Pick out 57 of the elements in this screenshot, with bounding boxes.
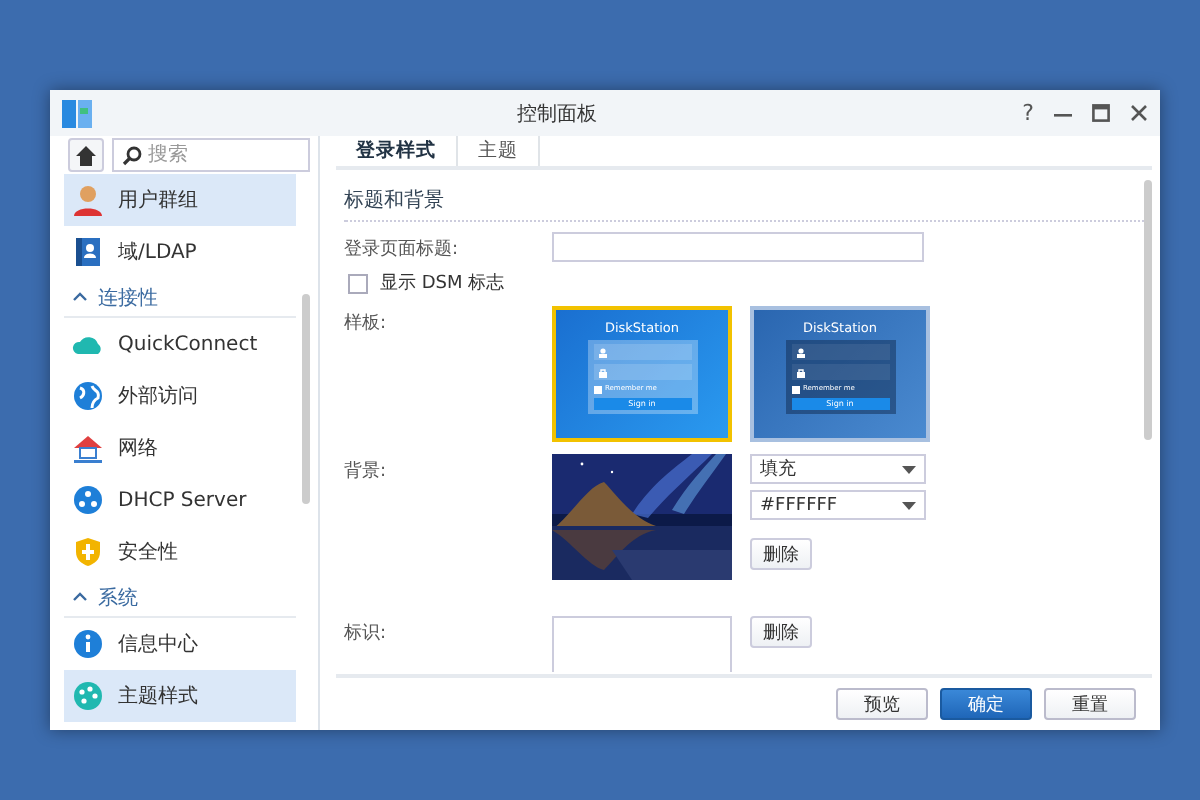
home-icon — [76, 145, 96, 165]
caret-icon — [902, 501, 916, 509]
sidebar-item[interactable]: 安全性 — [64, 526, 296, 578]
dropdown[interactable]: 填充 — [750, 454, 926, 484]
field-label: 标识: — [344, 621, 389, 646]
chevron-icon[interactable] — [72, 590, 88, 604]
sidebar-item[interactable]: 用户群组 — [64, 174, 296, 226]
scrollbar[interactable] — [1144, 180, 1152, 440]
sidebar-item[interactable]: 信息中心 — [64, 618, 296, 670]
caret-icon — [902, 465, 916, 473]
delete-button[interactable]: 删除 — [750, 538, 812, 570]
field-label: 样板: — [344, 311, 389, 336]
input-field[interactable] — [552, 232, 924, 262]
palette-icon — [72, 680, 104, 712]
globe-icon — [72, 380, 104, 412]
footer-button[interactable]: 确定 — [940, 688, 1032, 720]
section-title: 标题和背景 — [344, 186, 1144, 222]
sidebar-item[interactable]: 外部访问 — [64, 370, 296, 422]
footer-button[interactable]: 预览 — [836, 688, 928, 720]
checkbox-icon — [791, 385, 799, 393]
info-icon — [72, 628, 104, 660]
footer-button[interactable]: 重置 — [1044, 688, 1136, 720]
checkbox-label: 显示 DSM 标志 — [380, 271, 505, 296]
sidebar-item[interactable]: 域/LDAP — [64, 226, 296, 278]
contact-book-icon — [72, 236, 104, 268]
sidebar-item[interactable]: QuickConnect — [64, 318, 296, 370]
app-logo-icon — [62, 99, 92, 127]
user-icon — [795, 347, 805, 357]
close-icon[interactable] — [1130, 104, 1148, 122]
field-label: 登录页面标题: — [344, 237, 461, 262]
lock-icon — [795, 367, 805, 377]
help-button[interactable]: ? — [1022, 100, 1034, 126]
maximize-icon[interactable] — [1092, 104, 1110, 122]
network-icon — [72, 484, 104, 516]
field-label: 背景: — [344, 459, 389, 484]
search-field[interactable]: 搜索 — [112, 138, 310, 172]
checkbox-icon — [593, 385, 601, 393]
section-header: 系统 — [98, 585, 138, 611]
dropdown[interactable]: #FFFFFF — [750, 490, 926, 520]
scrollbar[interactable] — [302, 294, 310, 504]
tab[interactable]: 主题 — [458, 136, 540, 166]
sidebar-item[interactable]: 主题样式 — [64, 670, 296, 722]
sidebar-item[interactable]: 网络 — [64, 422, 296, 474]
section-header: 连接性 — [98, 285, 158, 311]
window-title: 控制面板 — [515, 101, 600, 127]
lock-icon — [597, 367, 607, 377]
home-button[interactable] — [68, 138, 104, 172]
tab[interactable]: 登录样式 — [336, 136, 458, 166]
sidebar-item[interactable]: DHCP Server — [64, 474, 296, 526]
house-icon — [72, 432, 104, 464]
checkbox[interactable] — [348, 273, 368, 293]
chevron-icon[interactable] — [72, 290, 88, 304]
shield-icon — [72, 536, 104, 568]
user-icon — [597, 347, 607, 357]
delete-button[interactable]: 删除 — [750, 616, 812, 648]
search-icon — [122, 145, 142, 165]
user-icon — [72, 184, 104, 216]
